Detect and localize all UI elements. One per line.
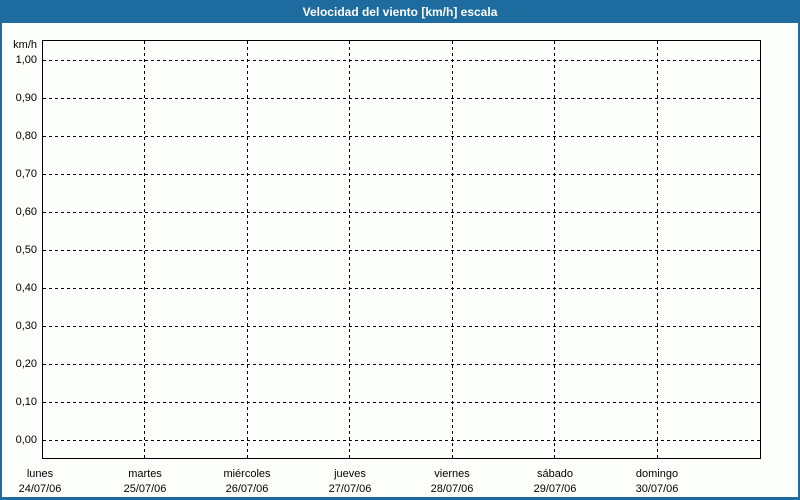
x-day-label: miércoles [223,468,271,480]
x-date-label: 28/07/06 [430,483,474,495]
y-tick-label: 0,10 [15,396,37,408]
x-day-label: viernes [434,468,470,480]
y-tick-label: 0,60 [15,206,37,218]
plot-grid [42,40,761,459]
y-tick-label: 0,70 [15,168,37,180]
frame-border-left [0,0,2,500]
y-tick-label: 0,00 [15,434,37,446]
y-tick-label: 0,90 [15,92,37,104]
y-axis-unit-label: km/h [13,39,37,51]
y-tick-label: 0,30 [15,320,37,332]
x-date-label: 30/07/06 [635,483,679,495]
y-tick-label: 1,00 [15,54,37,66]
y-tick-label: 0,50 [15,244,37,256]
x-day-label: domingo [635,468,679,480]
y-tick-label: 0,40 [15,282,37,294]
horizontal-gridlines [43,60,760,441]
x-date-label: 26/07/06 [225,483,269,495]
y-tick-label: 0,20 [15,358,37,370]
y-tick-label: 0,80 [15,130,37,142]
plot-border [42,40,761,459]
vertical-gridlines [144,41,658,458]
chart-window: Velocidad del viento [km/h] escala km/h … [0,0,800,500]
